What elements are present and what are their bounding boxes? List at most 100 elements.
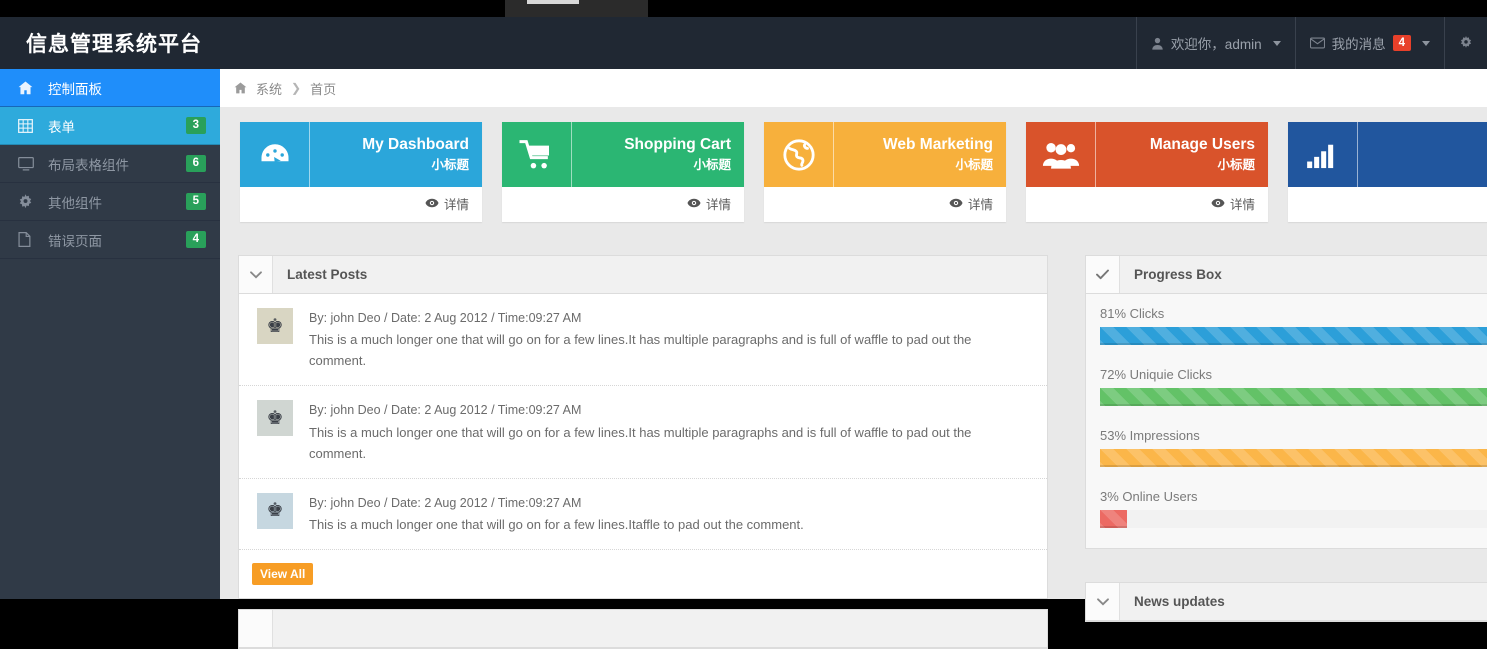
monitor-icon [18, 156, 38, 171]
progress-track [1100, 327, 1487, 345]
sidebar-item-layout-table-label: 布局表格组件 [48, 157, 129, 173]
browser-tab-highlight [527, 0, 579, 4]
progress-label: 72% Uniquie Clicks [1100, 367, 1212, 382]
breadcrumb: 系统 ❯ 首页 [220, 69, 1487, 107]
chevron-down-icon [1422, 40, 1430, 46]
message-count-badge: 4 [1392, 34, 1411, 52]
avatar: ♚ [257, 308, 293, 344]
stat-card-web-marketing[interactable]: Web Marketing 小标题 详情 [764, 122, 1006, 222]
stat-card-manage-users-subtitle: 小标题 [1217, 158, 1255, 173]
header-menu: 欢迎你，admin 我的消息 4 [1135, 17, 1487, 69]
progress-row-clicks: 81% Clicks [1086, 306, 1487, 345]
gear-icon [1459, 36, 1473, 50]
progress-box-panel: Progress Box 81% Clicks 72% Uniquie Clic… [1085, 255, 1487, 549]
header-item-user[interactable]: 欢迎你，admin [1135, 17, 1295, 69]
browser-tab[interactable] [505, 0, 648, 17]
sidebar-item-dashboard[interactable]: 控制面板 [0, 69, 220, 107]
news-updates-header: News updates [1086, 583, 1487, 621]
latest-posts-header: Latest Posts [239, 256, 1047, 294]
progress-track [1100, 388, 1487, 406]
stat-card-web-marketing-title: Web Marketing [883, 135, 993, 153]
file-icon [18, 232, 38, 247]
post-meta: By: john Deo / Date: 2 Aug 2012 / Time:0… [309, 403, 582, 418]
stat-card-row: My Dashboard 小标题 详情 Shopping Cart 小标题 详情… [220, 107, 1487, 222]
dashboard-gauge-icon [240, 122, 310, 187]
news-updates-title: News updates [1134, 594, 1225, 609]
progress-track [1100, 449, 1487, 467]
chevron-down-icon[interactable] [1086, 583, 1120, 620]
progress-fill [1100, 327, 1487, 345]
stat-card-web-marketing-footer[interactable]: 详情 [764, 187, 1006, 219]
sidebar-item-other-components-label: 其他组件 [48, 195, 102, 211]
avatar: ♚ [257, 400, 293, 437]
chevron-down-icon[interactable] [239, 610, 273, 647]
post-item: ♚ By: john Deo / Date: 2 Aug 2012 / Time… [239, 386, 1047, 479]
home-icon[interactable] [234, 82, 247, 94]
news-updates-panel: News updates [1085, 582, 1487, 622]
stat-card-shopping-cart-footer[interactable]: 详情 [502, 187, 744, 219]
sidebar-item-forms-label: 表单 [48, 119, 75, 135]
post-meta: By: john Deo / Date: 2 Aug 2012 / Time:0… [309, 311, 582, 325]
next-panel [238, 609, 1048, 649]
sidebar-item-error-pages-badge: 4 [185, 230, 206, 249]
sidebar-item-other-components-badge: 5 [185, 192, 206, 211]
stat-card-dashboard[interactable]: My Dashboard 小标题 详情 [240, 122, 482, 222]
sidebar-item-layout-table-badge: 6 [185, 154, 206, 173]
next-panel-header [239, 610, 1047, 648]
header-item-settings[interactable] [1444, 17, 1487, 69]
browser-tab-strip [0, 0, 1487, 17]
envelope-icon [1309, 37, 1325, 49]
stat-card-dashboard-footer[interactable]: 详情 [240, 187, 482, 219]
sidebar-item-dashboard-label: 控制面板 [48, 81, 102, 97]
header-item-user-label: 欢迎你，admin [1170, 37, 1262, 52]
latest-posts-panel: Latest Posts ♚ By: john Deo / Date: 2 Au… [238, 255, 1048, 599]
check-icon[interactable] [1086, 256, 1120, 293]
stat-card-shopping-cart-title: Shopping Cart [624, 135, 731, 153]
chevron-down-icon [1272, 40, 1281, 46]
latest-posts-footer: View All [239, 550, 1047, 598]
users-icon [1026, 122, 1096, 187]
progress-label: 3% Online Users [1100, 489, 1198, 504]
view-all-button[interactable]: View All [252, 562, 314, 585]
post-item: ♚ By: john Deo / Date: 2 Aug 2012 / Time… [239, 479, 1047, 550]
brand-title: 信息管理系统平台 [26, 33, 202, 56]
progress-label: 53% Impressions [1100, 428, 1200, 443]
stat-card-shopping-cart[interactable]: Shopping Cart 小标题 详情 [502, 122, 744, 222]
latest-posts-title: Latest Posts [287, 267, 368, 282]
eye-icon [687, 198, 701, 208]
stat-card-charts-footer[interactable] [1288, 187, 1487, 219]
chevron-down-icon[interactable] [239, 256, 273, 293]
stat-card-shopping-cart-subtitle: 小标题 [693, 158, 731, 173]
sidebar-item-forms[interactable]: 表单 3 [0, 107, 220, 145]
stat-card-charts[interactable]: C [1288, 122, 1487, 222]
header-item-messages-label: 我的消息 [1331, 37, 1386, 52]
post-meta: By: john Deo / Date: 2 Aug 2012 / Time:0… [309, 495, 582, 510]
progress-label: 81% Clicks [1100, 306, 1165, 321]
gear-icon [18, 194, 38, 209]
sidebar-item-other-components[interactable]: 其他组件 5 [0, 183, 220, 221]
progress-row-unique-clicks: 72% Uniquie Clicks [1086, 367, 1487, 406]
breadcrumb-item-system[interactable]: 系统 [256, 79, 282, 98]
table-icon [18, 118, 38, 133]
header-item-messages[interactable]: 我的消息 4 [1294, 17, 1444, 69]
breadcrumb-separator: ❯ [291, 81, 302, 95]
eye-icon [949, 198, 963, 208]
app-root: 信息管理系统平台 欢迎你，admin 我的消息 4 控制面板 表单 3 布局表格… [0, 17, 1487, 649]
eye-icon [425, 198, 439, 208]
breadcrumb-item-home[interactable]: 首页 [310, 79, 336, 98]
progress-row-online-users: 3% Online Users [1086, 489, 1487, 528]
sidebar-item-error-pages[interactable]: 错误页面 4 [0, 221, 220, 259]
home-icon [18, 81, 38, 95]
sidebar-item-layout-table[interactable]: 布局表格组件 6 [0, 145, 220, 183]
bar-chart-icon [1288, 122, 1358, 187]
stat-card-manage-users-link: 详情 [1229, 197, 1255, 212]
post-text: This is a much longer one that will go o… [309, 424, 972, 461]
stat-card-dashboard-title: My Dashboard [362, 135, 469, 153]
stat-card-manage-users-footer[interactable]: 详情 [1026, 187, 1268, 219]
progress-fill [1100, 388, 1487, 406]
stat-card-manage-users[interactable]: Manage Users 小标题 详情 [1026, 122, 1268, 222]
globe-icon [764, 122, 834, 187]
chess-king-icon: ♚ [266, 315, 284, 337]
stat-card-dashboard-subtitle: 小标题 [431, 158, 469, 173]
brand-logo[interactable]: 信息管理系统平台 [0, 17, 220, 69]
